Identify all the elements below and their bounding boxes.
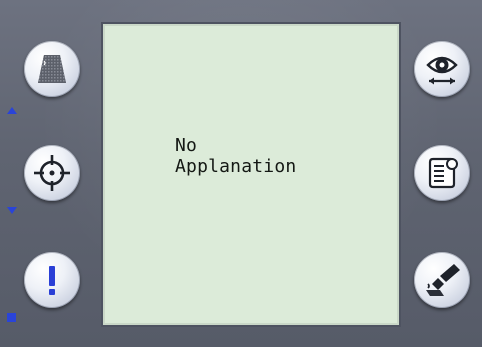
status-square-icon [7,313,16,322]
lcd-screen: No Applanation [103,24,399,325]
crosshair-button[interactable] [24,145,80,201]
eye-select-button[interactable] [414,41,470,97]
message-line-1: No [175,135,198,156]
printout-icon [428,157,458,189]
disinfect-prism-icon [426,264,460,296]
prism-button[interactable] [24,41,80,97]
device-panel: No Applanation [0,0,482,347]
disinfect-button[interactable] [414,252,470,308]
indicator-up-icon [7,107,17,114]
exclamation-icon [49,266,55,295]
eye-left-right-icon [426,56,458,85]
indicator-down-icon [7,207,17,214]
alert-button[interactable] [24,252,80,308]
crosshair-target-icon [34,155,70,191]
screen-message: No Applanation [175,135,296,177]
prism-cone-icon [38,55,66,83]
message-line-2: Applanation [175,156,297,177]
print-button[interactable] [414,145,470,201]
